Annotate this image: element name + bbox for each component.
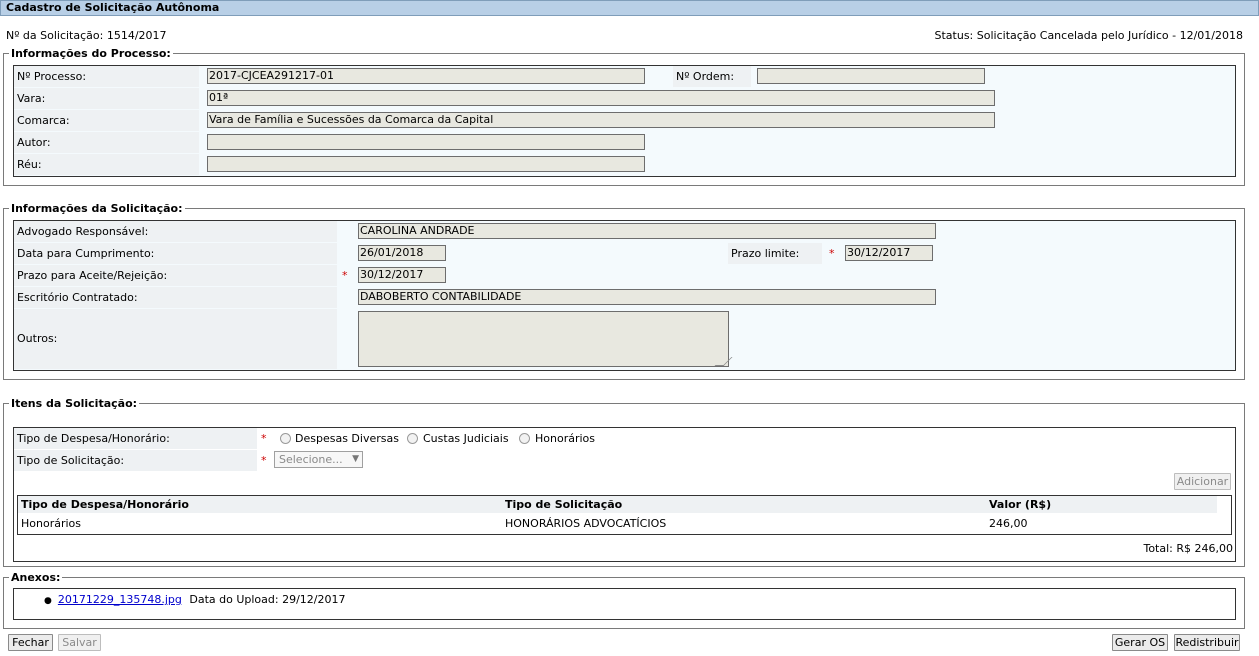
prazo-aceite-required-mark: * <box>342 269 348 282</box>
status-text: Status: Solicitação Cancelada pelo Juríd… <box>935 29 1244 42</box>
tipo-solicitacao-label: Tipo de Solicitação: <box>14 450 257 471</box>
col-header-tipo-solicitacao: Tipo de Solicitação <box>505 498 623 511</box>
vara-label: Vara: <box>14 88 199 109</box>
reu-label: Réu: <box>14 154 199 175</box>
autor-label: Autor: <box>14 132 199 153</box>
processo-field[interactable]: 2017-CJCEA291217-01 <box>207 68 645 84</box>
prazo-limite-required-mark: * <box>829 247 835 260</box>
col-header-tipo-despesa: Tipo de Despesa/Honorário <box>21 498 189 511</box>
chevron-down-icon: ▼ <box>352 454 359 464</box>
prazo-aceite-label: Prazo para Aceite/Rejeição: <box>14 265 337 286</box>
anexo-file-link[interactable]: 20171229_135748.jpg <box>58 593 182 606</box>
cell-valor: 246,00 <box>989 517 1028 530</box>
tipo-solicitacao-required-mark: * <box>261 454 267 467</box>
tipo-despesa-label: Tipo de Despesa/Honorário: <box>14 428 257 449</box>
processo-legend: Informações do Processo: <box>9 47 173 60</box>
advogado-field[interactable]: CAROLINA ANDRADE <box>358 223 936 239</box>
solicitacao-number: Nº da Solicitação: 1514/2017 <box>6 29 167 42</box>
radio-honorarios[interactable] <box>519 433 530 444</box>
prazo-limite-label: Prazo limite: <box>728 243 822 264</box>
solicitacao-legend: Informações da Solicitação: <box>9 202 185 215</box>
cell-tipo-despesa: Honorários <box>21 517 82 530</box>
fechar-button[interactable]: Fechar <box>8 634 53 651</box>
solicitacao-number-label: Nº da Solicitação: <box>6 29 104 42</box>
ordem-label: Nº Ordem: <box>673 66 751 87</box>
list-item: ● 20171229_135748.jpg Data do Upload: 29/… <box>44 593 345 608</box>
col-header-valor: Valor (R$) <box>989 498 1052 511</box>
salvar-button[interactable]: Salvar <box>58 634 101 651</box>
comarca-label: Comarca: <box>14 110 199 131</box>
prazo-aceite-field[interactable]: 30/12/2017 <box>358 267 446 283</box>
reu-field[interactable] <box>207 156 645 172</box>
tipo-solicitacao-select[interactable]: Selecione... ▼ <box>274 451 363 468</box>
anexos-legend: Anexos: <box>9 571 63 584</box>
redistribuir-button[interactable]: Redistribuir <box>1174 634 1240 651</box>
radio-custas-judiciais[interactable] <box>407 433 418 444</box>
solicitacao-number-value: 1514/2017 <box>106 29 167 42</box>
vara-field[interactable]: 01ª <box>207 90 995 106</box>
anexo-upload-date: Data do Upload: 29/12/2017 <box>189 593 346 606</box>
radio-despesas-diversas-label: Despesas Diversas <box>295 432 399 445</box>
table-row[interactable]: Honorários HONORÁRIOS ADVOCATÍCIOS 246,0… <box>18 515 1231 534</box>
total-text: Total: R$ 246,00 <box>1143 542 1233 555</box>
radio-honorarios-label: Honorários <box>535 432 596 445</box>
ordem-field[interactable] <box>757 68 985 84</box>
outros-label: Outros: <box>14 309 337 369</box>
cell-tipo-solicitacao: HONORÁRIOS ADVOCATÍCIOS <box>505 517 667 530</box>
processo-label: Nº Processo: <box>14 66 199 87</box>
advogado-label: Advogado Responsável: <box>14 221 337 242</box>
radio-despesas-diversas[interactable] <box>280 433 291 444</box>
prazo-limite-field[interactable]: 30/12/2017 <box>845 245 933 261</box>
gerar-os-button[interactable]: Gerar OS <box>1112 634 1168 651</box>
autor-field[interactable] <box>207 134 645 150</box>
escritorio-label: Escritório Contratado: <box>14 287 337 308</box>
page-title: Cadastro de Solicitação Autônoma <box>0 0 1259 16</box>
escritorio-field[interactable]: DABOBERTO CONTABILIDADE <box>358 289 936 305</box>
status-value: Solicitação Cancelada pelo Jurídico - 12… <box>976 29 1243 42</box>
bullet-icon: ● <box>44 596 52 606</box>
tipo-solicitacao-select-value: Selecione... <box>279 453 343 466</box>
tipo-despesa-required-mark: * <box>261 432 267 445</box>
data-cumprimento-label: Data para Cumprimento: <box>14 243 337 264</box>
status-label: Status: <box>934 29 974 42</box>
itens-legend: Itens da Solicitação: <box>9 397 140 410</box>
outros-textarea[interactable] <box>358 311 729 367</box>
radio-custas-judiciais-label: Custas Judiciais <box>423 432 509 445</box>
data-cumprimento-field[interactable]: 26/01/2018 <box>358 245 446 261</box>
adicionar-button[interactable]: Adicionar <box>1174 473 1231 490</box>
comarca-field[interactable]: Vara de Família e Sucessões da Comarca d… <box>207 112 995 128</box>
